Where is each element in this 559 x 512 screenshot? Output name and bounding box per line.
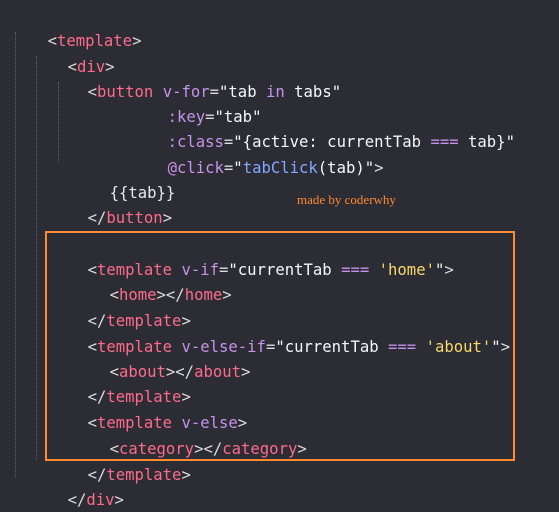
code-line-6: @click="tabClick(tab)"> <box>130 129 384 177</box>
token: in <box>265 83 285 101</box>
token: > <box>241 363 251 381</box>
code-line-10: <template v-if="currentTab === 'home'"> <box>50 231 454 279</box>
code-line-2: <div> <box>30 28 115 76</box>
token: ></ <box>194 440 223 458</box>
code-line-15: </template> <box>50 358 191 406</box>
token: === <box>430 133 459 151</box>
code-line-5: :class="{active: currentTab === tab}" <box>130 103 515 151</box>
code-line-3: <button v-for="tab in tabs" <box>50 53 342 101</box>
code-line-4: :key="tab" <box>130 78 262 126</box>
code-line-18: </template> <box>50 436 191 484</box>
token: "currentTab <box>275 338 389 356</box>
code-line-17: <category></category> <box>72 410 307 458</box>
token: about <box>194 363 242 381</box>
code-line-7: {{tab}} <box>72 154 176 202</box>
code-line-1: <template> <box>10 2 142 50</box>
token: > <box>297 440 307 458</box>
token: tabClick <box>242 159 318 177</box>
token: category <box>222 440 298 458</box>
token: tabs" <box>284 83 342 101</box>
code-line-16: <template v-else> <box>50 384 248 432</box>
token: < <box>87 83 97 101</box>
token: " <box>233 159 243 177</box>
watermark-text: made by coderwhy <box>297 192 396 207</box>
code-line-11: <home></home> <box>72 256 232 304</box>
token: @click <box>167 159 224 177</box>
token: " <box>434 261 445 279</box>
code-line-19: </div> <box>30 461 124 509</box>
token: (tab)" <box>317 159 375 177</box>
token: 'about' <box>425 338 492 356</box>
indent-guide <box>15 32 17 478</box>
code-editor: <template> <div> <button v-for="tab in t… <box>0 0 559 512</box>
token: > <box>222 286 232 304</box>
token: > <box>374 159 384 177</box>
code-line-8: </button> <box>50 179 173 227</box>
token: > <box>162 209 173 227</box>
code-line-13: <template v-else-if="currentTab === 'abo… <box>50 308 511 356</box>
token: === <box>341 261 370 279</box>
code-line-14: <about></about> <box>72 333 251 381</box>
token: = <box>265 338 276 356</box>
indent-guide <box>36 56 38 460</box>
token: > <box>444 261 454 279</box>
code-line-12: </template> <box>50 282 191 330</box>
token: > <box>132 32 142 50</box>
token: button <box>106 209 163 227</box>
token: > <box>500 338 511 356</box>
token: === <box>388 338 417 356</box>
token: " <box>491 338 501 356</box>
code-line-20: </template> <box>10 486 151 512</box>
token: > <box>181 466 191 484</box>
token: tab}" <box>458 133 515 151</box>
token: 'home' <box>378 261 435 279</box>
token: "currentTab <box>228 261 342 279</box>
token: = <box>223 159 234 177</box>
token: </ <box>87 209 107 227</box>
